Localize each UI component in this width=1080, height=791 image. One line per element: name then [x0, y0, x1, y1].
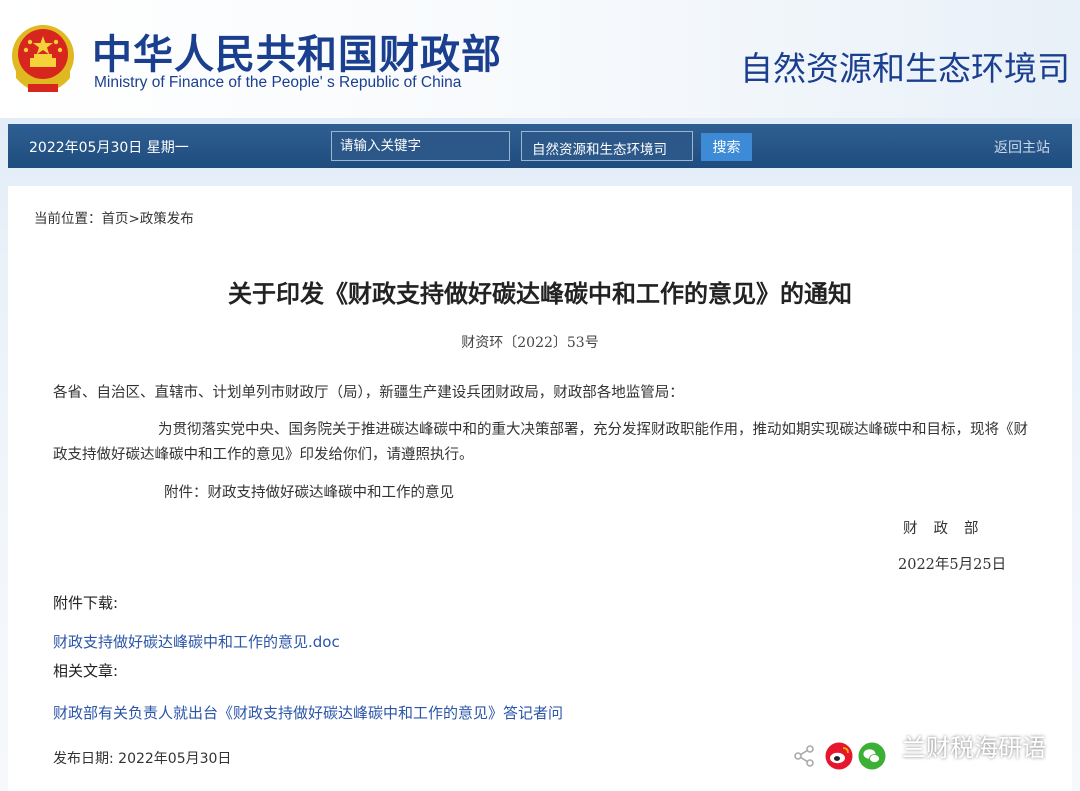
site-header: 中华人民共和国财政部 Ministry of Finance of the Pe…: [0, 0, 1080, 118]
search-scope-select[interactable]: 自然资源和生态环境司: [521, 131, 693, 161]
share-icon[interactable]: [792, 744, 816, 768]
account-watermark: 兰财税海研语: [902, 734, 1046, 762]
breadcrumb: 当前位置：首页>政策发布: [34, 211, 194, 227]
national-emblem-icon[interactable]: [8, 20, 78, 96]
signer: 财政部: [903, 521, 995, 537]
search-button[interactable]: 搜索: [701, 133, 752, 161]
downloads-label: 附件下载:: [53, 594, 119, 612]
related-articles-label: 相关文章:: [53, 662, 119, 680]
department-title: 自然资源和生态环境司: [740, 49, 1070, 88]
recipients-line: 各省、自治区、直辖市、计划单列市财政厅（局），新疆生产建设兵团财政局，财政部各地…: [53, 385, 684, 401]
ministry-name-cn: 中华人民共和国财政部: [92, 32, 502, 78]
article-title: 关于印发《财政支持做好碳达峰碳中和工作的意见》的通知: [228, 280, 852, 308]
publish-date: 发布日期: 2022年05月30日: [53, 751, 232, 767]
ministry-name-en: Ministry of Finance of the People' s Rep…: [94, 74, 462, 91]
wechat-icon[interactable]: [858, 742, 886, 770]
attachment-download-link[interactable]: 财政支持做好碳达峰碳中和工作的意见.doc: [53, 631, 340, 652]
signing-date: 2022年5月25日: [898, 557, 1007, 573]
nav-bar: 2022年05月30日 星期一 自然资源和生态环境司 搜索 返回主站: [8, 124, 1072, 168]
document-number: 财资环〔2022〕53号: [461, 335, 599, 351]
content-panel: 当前位置：首页>政策发布 关于印发《财政支持做好碳达峰碳中和工作的意见》的通知 …: [8, 186, 1072, 791]
attachment-note: 附件：财政支持做好碳达峰碳中和工作的意见: [164, 485, 454, 501]
current-date: 2022年05月30日 星期一: [29, 140, 189, 156]
article-paragraph: 为贯彻落实党中央、国务院关于推进碳达峰碳中和的重大决策部署，充分发挥财政职能作用…: [53, 422, 1028, 463]
weibo-icon[interactable]: [825, 742, 853, 770]
return-home-link[interactable]: 返回主站: [994, 137, 1050, 157]
search-input[interactable]: [331, 131, 510, 161]
related-article-link[interactable]: 财政部有关负责人就出台《财政支持做好碳达峰碳中和工作的意见》答记者问: [53, 702, 563, 723]
